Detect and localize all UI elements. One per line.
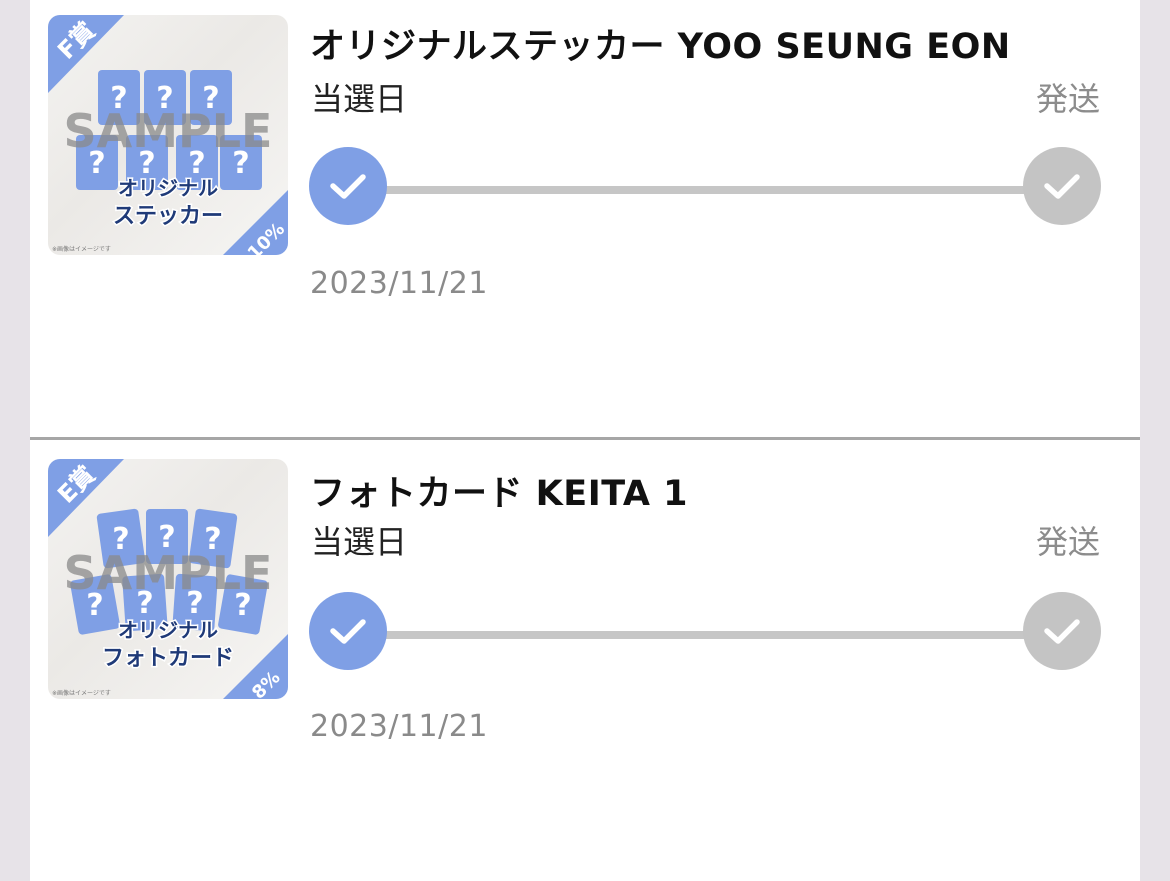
prize-thumbnail: F賞 ??? ???? SAMPLE オリジナル ステッカー 10% ※画像はイ… (48, 15, 288, 255)
prize-title: オリジナルステッカー YOO SEUNG EON (310, 27, 1011, 67)
prize-list: F賞 ??? ???? SAMPLE オリジナル ステッカー 10% ※画像はイ… (30, 0, 1140, 881)
card-divider (30, 437, 1140, 440)
image-note: ※画像はイメージです (52, 689, 111, 697)
status-label-won: 当選日 (311, 523, 408, 561)
prize-card[interactable]: F賞 ??? ???? SAMPLE オリジナル ステッカー 10% ※画像はイ… (30, 0, 1140, 438)
sample-watermark: SAMPLE (64, 104, 273, 158)
won-date: 2023/11/21 (310, 709, 488, 744)
step-shipped-check-icon (1023, 592, 1101, 670)
prize-card[interactable]: E賞 ??? ???? SAMPLE オリジナル フォトカード 8% ※画像はイ… (30, 441, 1140, 881)
thumb-label-line2: フォトカード (102, 646, 234, 671)
status-label-won: 当選日 (311, 80, 408, 118)
progress-track (348, 186, 1068, 194)
progress-track (348, 631, 1068, 639)
won-date: 2023/11/21 (310, 266, 488, 301)
status-label-shipped: 発送 (1035, 80, 1100, 118)
status-label-shipped: 発送 (1035, 523, 1100, 561)
image-note: ※画像はイメージです (52, 245, 111, 253)
step-won-check-icon (309, 592, 387, 670)
thumb-label-line1: オリジナル (118, 176, 218, 200)
prize-title: フォトカード KEITA 1 (310, 474, 689, 514)
thumb-label-line2: ステッカー (113, 204, 223, 229)
prize-thumbnail: E賞 ??? ???? SAMPLE オリジナル フォトカード 8% ※画像はイ… (48, 459, 288, 699)
step-won-check-icon (309, 147, 387, 225)
step-shipped-check-icon (1023, 147, 1101, 225)
sample-watermark: SAMPLE (64, 546, 273, 600)
thumb-label-line1: オリジナル (118, 618, 218, 642)
